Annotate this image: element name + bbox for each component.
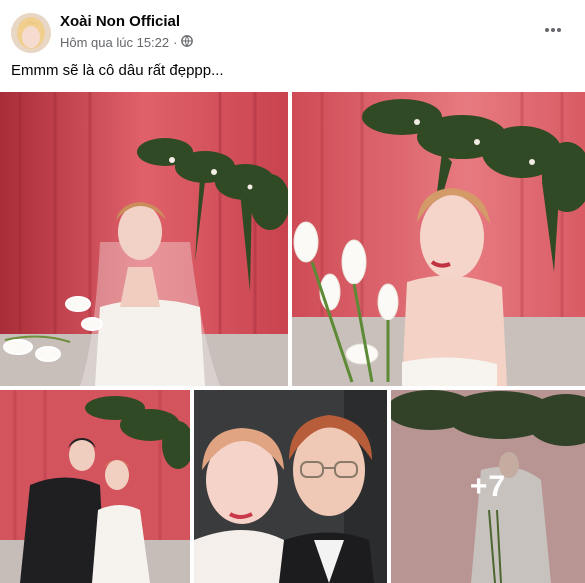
gallery-photo-5[interactable]: +7 — [391, 390, 585, 583]
post-header: Xoài Non Official Hôm qua lúc 15:22 · — [0, 0, 585, 62]
more-photos-count: +7 — [469, 469, 507, 503]
gallery-photo-2[interactable] — [292, 92, 585, 386]
more-horizontal-icon — [545, 28, 561, 32]
author-avatar[interactable] — [11, 13, 51, 53]
gallery-photo-4[interactable] — [194, 390, 387, 583]
post-timestamp[interactable]: Hôm qua lúc 15:22 — [60, 35, 169, 50]
gallery-photo-3[interactable] — [0, 390, 190, 583]
more-photos-overlay[interactable]: +7 — [391, 390, 585, 583]
author-name[interactable]: Xoài Non Official — [60, 13, 180, 30]
globe-icon — [181, 35, 194, 50]
post-meta: Hôm qua lúc 15:22 · — [60, 35, 194, 50]
post-caption: Emmm sẽ là cô dâu rất đẹppp... — [11, 62, 224, 79]
gallery-photo-1[interactable] — [0, 92, 288, 386]
more-options-button[interactable] — [541, 18, 565, 42]
meta-separator: · — [173, 35, 178, 50]
